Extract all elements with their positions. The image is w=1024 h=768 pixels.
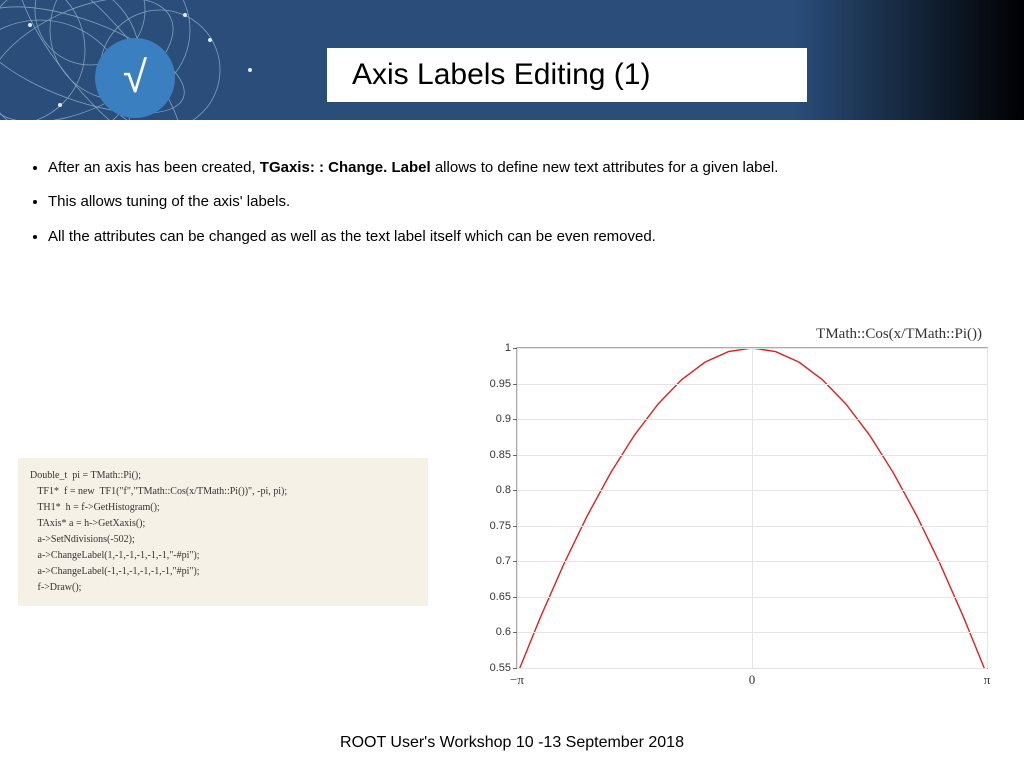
- bullet-text: All the attributes can be changed as wel…: [48, 228, 656, 245]
- slide-body: After an axis has been created, TGaxis: …: [0, 120, 1024, 247]
- root-logo-glyph: √: [123, 56, 147, 100]
- y-tick-label: 0.65: [490, 591, 511, 603]
- code-line: a->SetNdivisions(-502);: [30, 532, 416, 548]
- bullet-item: This allows tuning of the axis' labels.: [48, 192, 1000, 212]
- x-tick-label: 0: [749, 672, 756, 688]
- code-snippet: Double_t pi = TMath::Pi(); TF1* f = new …: [18, 458, 428, 606]
- header-fade: [794, 0, 1024, 120]
- code-line: TAxis* a = h->GetXaxis();: [30, 516, 416, 532]
- root-logo: √: [95, 38, 175, 118]
- plot-frame: 0.550.60.650.70.750.80.850.90.951−π0π: [516, 347, 988, 669]
- y-tick-label: 0.7: [496, 555, 511, 567]
- bullet-text: After an axis has been created,: [48, 159, 260, 176]
- bullet-bold: TGaxis: : Change. Label: [260, 159, 431, 176]
- x-tick-label: −π: [510, 672, 524, 688]
- slide-footer: ROOT User's Workshop 10 -13 September 20…: [0, 734, 1024, 752]
- y-tick-label: 0.6: [496, 626, 511, 638]
- gridline-v: [752, 348, 753, 668]
- bullet-text: This allows tuning of the axis' labels.: [48, 193, 290, 210]
- code-line: a->ChangeLabel(-1,-1,-1,-1,-1,-1,"#pi");: [30, 564, 416, 580]
- x-tick-label: π: [984, 672, 991, 688]
- bullet-text: allows to define new text attributes for…: [431, 159, 779, 176]
- y-tick-label: 0.8: [496, 484, 511, 496]
- bullet-item: All the attributes can be changed as wel…: [48, 227, 1000, 247]
- chart-title: TMath::Cos(x/TMath::Pi()): [460, 326, 1004, 343]
- y-tick-label: 0.9: [496, 413, 511, 425]
- y-tick: [513, 668, 517, 669]
- code-line: TH1* h = f->GetHistogram();: [30, 500, 416, 516]
- y-tick-label: 0.75: [490, 520, 511, 532]
- code-line: Double_t pi = TMath::Pi();: [30, 468, 416, 484]
- y-tick-label: 0.55: [490, 662, 511, 674]
- code-line: f->Draw();: [30, 580, 416, 596]
- slide-title: Axis Labels Editing (1): [340, 54, 694, 102]
- gridline-v: [517, 348, 518, 668]
- bullet-list: After an axis has been created, TGaxis: …: [24, 158, 1000, 247]
- gridline-h: [517, 668, 987, 669]
- code-line: TF1* f = new TF1("f","TMath::Cos(x/TMath…: [30, 484, 416, 500]
- code-line: a->ChangeLabel(1,-1,-1,-1,-1,-1,"-#pi");: [30, 548, 416, 564]
- y-tick-label: 0.95: [490, 378, 511, 390]
- y-tick-label: 1: [505, 342, 511, 354]
- lower-region: Double_t pi = TMath::Pi(); TF1* f = new …: [0, 358, 1024, 708]
- chart-container: TMath::Cos(x/TMath::Pi()) 0.550.60.650.7…: [460, 326, 1004, 696]
- gridline-v: [987, 348, 988, 668]
- y-tick-label: 0.85: [490, 449, 511, 461]
- bullet-item: After an axis has been created, TGaxis: …: [48, 158, 1000, 178]
